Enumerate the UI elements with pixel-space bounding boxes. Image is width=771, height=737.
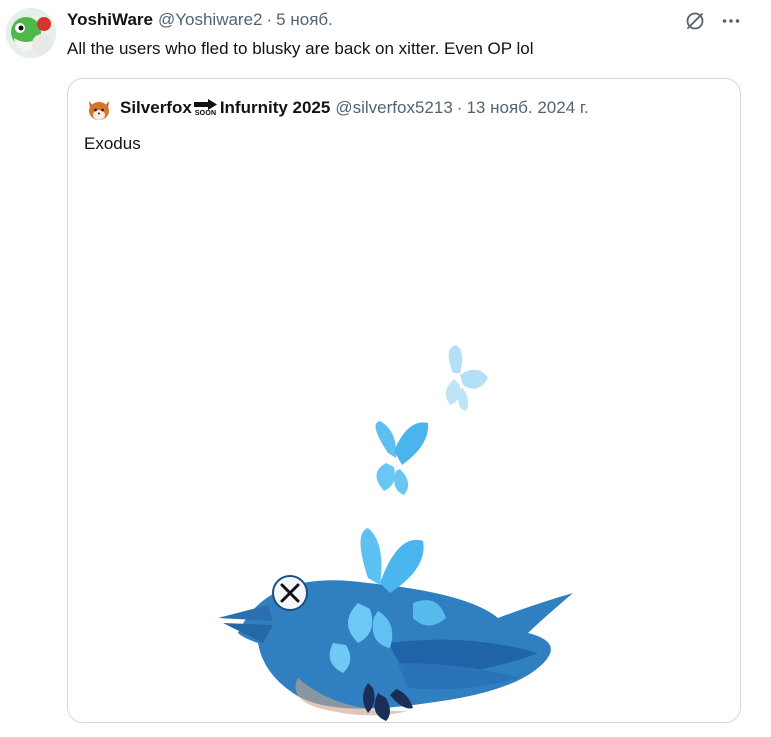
- quoted-timestamp[interactable]: 13 нояб. 2024 г.: [466, 98, 588, 118]
- quoted-media-image[interactable]: [68, 173, 740, 722]
- post-timestamp[interactable]: 5 нояб.: [276, 10, 333, 30]
- soon-badge-text: SOON: [194, 110, 217, 117]
- quoted-author-handle[interactable]: @silverfox5213: [335, 98, 452, 118]
- post[interactable]: YoshiWare @Yoshiware2 · 5 нояб. All the …: [0, 0, 771, 737]
- butterfly-small: [445, 345, 488, 411]
- author-avatar[interactable]: [6, 8, 56, 58]
- post-text: All the users who fled to blusky are bac…: [67, 39, 534, 58]
- quoted-author-name-part1[interactable]: Silverfox: [120, 98, 192, 118]
- bird: [218, 528, 573, 721]
- quoted-author-name-part2[interactable]: Infurnity 2025: [220, 98, 331, 118]
- author-handle[interactable]: @Yoshiware2: [158, 10, 263, 30]
- butterfly-medium: [375, 421, 429, 495]
- bird-butterflies-illustration: [218, 345, 573, 721]
- grok-icon[interactable]: [682, 8, 708, 34]
- more-icon[interactable]: [718, 8, 744, 34]
- quoted-post-text: Exodus: [84, 134, 141, 153]
- quoted-post-header: Silverfox SOON Infurnity 2025 @silverfox…: [120, 97, 589, 119]
- soon-arrow-icon: SOON: [193, 98, 219, 118]
- post-header: YoshiWare @Yoshiware2 · 5 нояб.: [67, 9, 333, 31]
- quoted-author-avatar[interactable]: [86, 95, 112, 121]
- quoted-separator-dot: ·: [456, 98, 463, 117]
- author-name[interactable]: YoshiWare: [67, 10, 153, 30]
- quoted-post[interactable]: Silverfox SOON Infurnity 2025 @silverfox…: [67, 78, 741, 723]
- separator-dot: ·: [266, 10, 273, 29]
